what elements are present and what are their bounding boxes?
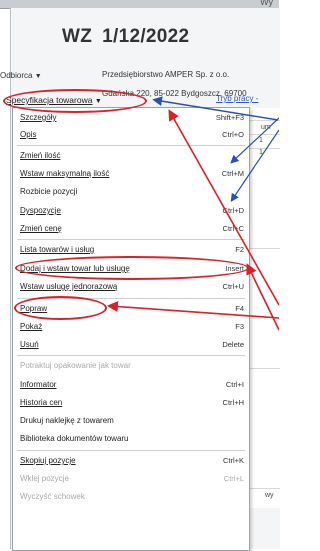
menu-item-usun[interactable]: Usuń Delete	[13, 338, 249, 352]
menu-item-label: Zmień cenę	[20, 224, 62, 233]
menu-item-shortcut: Ctrl+D	[222, 206, 244, 215]
menu-item-label: Pokaż	[20, 322, 43, 331]
menu-item-biblioteka-dokumentow[interactable]: Biblioteka dokumentów towaru	[13, 432, 249, 446]
menu-item-informator[interactable]: Informator Ctrl+I	[13, 378, 249, 392]
menu-item-label: Historia cen	[20, 398, 63, 407]
work-mode-link[interactable]: Tryb pracy -	[216, 94, 258, 103]
menu-item-shortcut: Ctrl+I	[225, 380, 244, 389]
menu-separator	[17, 145, 245, 146]
menu-item-label: Rozbicie pozycji	[20, 187, 78, 196]
window-title: Wy	[260, 0, 273, 7]
menu-item-shortcut: Shift+F3	[215, 113, 244, 122]
menu-item-historia-cen[interactable]: Historia cen Ctrl+H	[13, 396, 249, 410]
recipient-name: Przedsiębiorstwo AMPER Sp. z o.o.	[102, 70, 230, 79]
menu-separator	[17, 239, 245, 240]
menu-item-label: Wyczyść schowek	[20, 492, 85, 501]
annotation-oval-popraw	[14, 296, 107, 320]
menu-item-wyczysc-schowek[interactable]: Wyczyść schowek	[13, 490, 249, 504]
menu-item-potraktuj-opakowanie[interactable]: Potraktuj opakowanie jak towar	[13, 359, 249, 373]
document-type: WZ	[62, 26, 93, 47]
menu-item-zmien-cene[interactable]: Zmień cenę Ctrl+C	[13, 222, 249, 236]
menu-item-shortcut: Ctrl+C	[222, 224, 244, 233]
document-number: 1/12/2022	[102, 26, 190, 47]
grid-cell-fragment: wy	[265, 492, 274, 499]
annotation-oval-dodaj	[15, 256, 249, 280]
menu-item-shortcut: Ctrl+U	[222, 282, 244, 291]
menu-item-pokaz[interactable]: Pokaż F3	[13, 320, 249, 334]
menu-item-shortcut: Delete	[222, 340, 244, 349]
grid-header-fragment: um	[261, 124, 271, 131]
menu-item-label: Wstaw usługę jednorazową	[20, 282, 118, 291]
menu-item-label: Usuń	[20, 340, 39, 349]
menu-item-dyspozycje[interactable]: Dyspozycje Ctrl+D	[13, 204, 249, 218]
grid-cell-fragment: 1	[259, 137, 263, 144]
menu-item-rozbicie-pozycji[interactable]: Rozbicie pozycji	[13, 185, 249, 199]
menu-item-label: Potraktuj opakowanie jak towar	[20, 361, 131, 370]
menu-item-label: Biblioteka dokumentów towaru	[20, 434, 129, 443]
menu-item-label: Wstaw maksymalną ilość	[20, 169, 110, 178]
menu-item-wstaw-maksymalna-ilosc[interactable]: Wstaw maksymalną ilość Ctrl+M	[13, 167, 249, 181]
annotation-oval-spec	[3, 89, 147, 113]
menu-item-label: Opis	[20, 130, 37, 139]
menu-item-wstaw-usluge-jednorazowa[interactable]: Wstaw usługę jednorazową Ctrl+U	[13, 280, 249, 294]
menu-item-shortcut: Ctrl+H	[222, 398, 244, 407]
menu-item-label: Wklej pozycje	[20, 474, 69, 483]
menu-item-label: Zmień ilość	[20, 151, 61, 160]
document-title: WZ 1/12/2022	[62, 26, 189, 48]
menu-item-shortcut: F3	[235, 322, 244, 331]
menu-item-label: Skopiuj pozycje	[20, 456, 76, 465]
menu-item-shortcut: Ctrl+K	[222, 456, 244, 465]
menu-item-shortcut: Ctrl+L	[223, 474, 244, 483]
menu-item-label: Lista towarów i usług	[20, 245, 95, 254]
menu-item-opis[interactable]: Opis Ctrl+O	[13, 128, 249, 142]
menu-item-label: Dyspozycje	[20, 206, 61, 215]
context-menu: Szczegóły Shift+F3 Opis Ctrl+O Zmień ilo…	[12, 107, 250, 551]
menu-item-label: Informator	[20, 380, 57, 389]
menu-item-label: Szczegóły	[20, 113, 57, 122]
menu-item-shortcut: Ctrl+M	[221, 169, 244, 178]
menu-separator	[17, 450, 245, 451]
menu-item-skopiuj-pozycje[interactable]: Skopiuj pozycje Ctrl+K	[13, 454, 249, 468]
menu-item-zmien-ilosc[interactable]: Zmień ilość	[13, 149, 249, 163]
menu-separator	[17, 355, 245, 356]
recipient-dropdown[interactable]: Odbiorca ▼	[0, 71, 42, 80]
menu-item-wklej-pozycje[interactable]: Wklej pozycje Ctrl+L	[13, 472, 249, 486]
menu-item-lista-towarow[interactable]: Lista towarów i usług F2	[13, 243, 249, 257]
grid-cell-fragment: 1	[259, 149, 263, 156]
menu-item-drukuj-naklejke[interactable]: Drukuj naklejkę z towarem	[13, 414, 249, 428]
menu-item-shortcut: F2	[235, 245, 244, 254]
menu-item-szczegoly[interactable]: Szczegóły Shift+F3	[13, 111, 249, 125]
menu-item-label: Drukuj naklejkę z towarem	[20, 416, 114, 425]
menu-item-shortcut: F4	[235, 304, 244, 313]
chevron-down-icon: ▼	[34, 73, 42, 80]
recipient-label: Odbiorca	[0, 71, 33, 80]
menu-item-shortcut: Ctrl+O	[222, 130, 244, 139]
